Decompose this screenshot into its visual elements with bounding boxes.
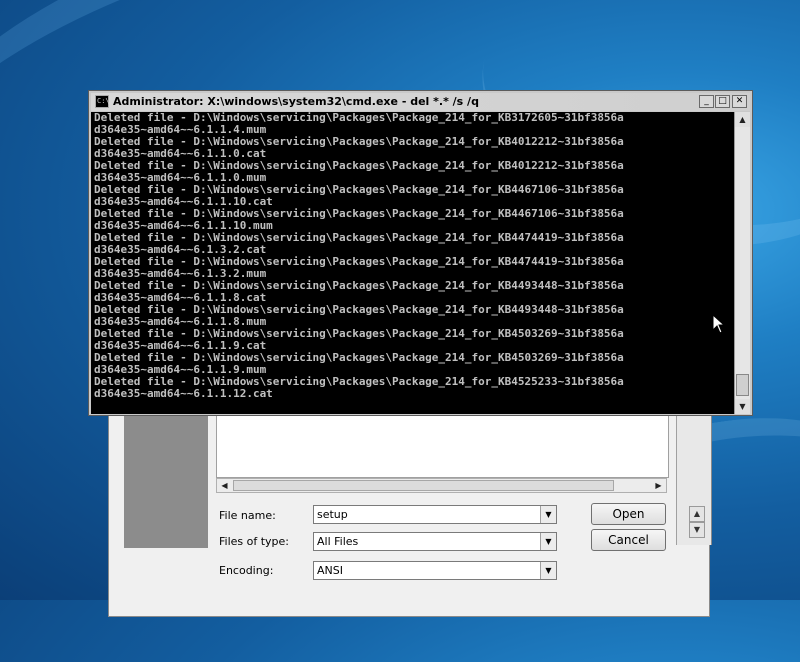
file-name-field[interactable]: setup ▼ xyxy=(313,505,557,524)
scroll-thumb[interactable] xyxy=(233,480,614,491)
places-bar xyxy=(124,396,208,548)
scroll-thumb[interactable] xyxy=(736,374,749,396)
scroll-left-button[interactable]: ◀ xyxy=(217,479,232,492)
encoding-value: ANSI xyxy=(317,564,343,577)
background-scroll-up-button[interactable]: ▲ xyxy=(689,506,705,522)
console-line: d364e35~amd64~~6.1.1.12.cat xyxy=(94,387,273,400)
console-output[interactable]: Deleted file - D:\Windows\servicing\Pack… xyxy=(91,112,734,414)
close-button[interactable]: ✕ xyxy=(732,95,747,108)
background-scroll-down-button[interactable]: ▼ xyxy=(689,522,705,538)
file-name-value: setup xyxy=(317,508,348,521)
minimize-button[interactable]: _ xyxy=(699,95,714,108)
scroll-up-button[interactable]: ▲ xyxy=(735,112,750,127)
chevron-down-icon[interactable]: ▼ xyxy=(540,562,556,579)
cmd-titlebar[interactable]: C:\ Administrator: X:\windows\system32\c… xyxy=(91,93,750,111)
scroll-right-button[interactable]: ▶ xyxy=(651,479,666,492)
files-of-type-value: All Files xyxy=(317,535,359,548)
file-name-label: File name: xyxy=(219,509,276,522)
cancel-button[interactable]: Cancel xyxy=(591,529,666,551)
maximize-button[interactable]: □ xyxy=(715,95,730,108)
mouse-pointer-icon xyxy=(712,314,726,334)
cmd-window: C:\ Administrator: X:\windows\system32\c… xyxy=(88,90,753,416)
files-of-type-label: Files of type: xyxy=(219,535,290,548)
window-title: Administrator: X:\windows\system32\cmd.e… xyxy=(113,95,479,108)
files-of-type-select[interactable]: All Files ▼ xyxy=(313,532,557,551)
file-list-horizontal-scrollbar[interactable]: ◀ ▶ xyxy=(216,478,667,493)
cmd-app-icon[interactable]: C:\ xyxy=(95,95,110,108)
encoding-label: Encoding: xyxy=(219,564,274,577)
console-vertical-scrollbar[interactable]: ▲ ▼ xyxy=(734,112,750,414)
chevron-down-icon[interactable]: ▼ xyxy=(540,533,556,550)
encoding-select[interactable]: ANSI ▼ xyxy=(313,561,557,580)
scroll-down-button[interactable]: ▼ xyxy=(735,399,750,414)
open-button[interactable]: Open xyxy=(591,503,666,525)
chevron-down-icon[interactable]: ▼ xyxy=(540,506,556,523)
